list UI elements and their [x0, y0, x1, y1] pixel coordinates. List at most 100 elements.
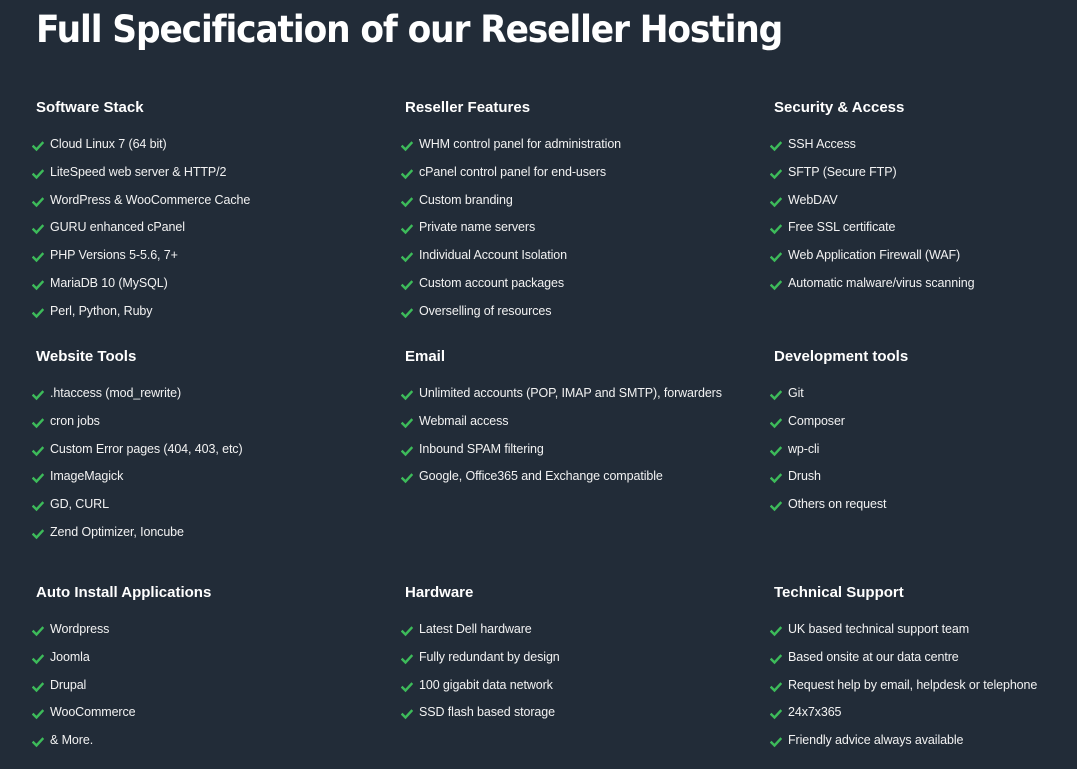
feature-text: Overselling of resources [419, 303, 552, 318]
feature-item: Others on request [770, 496, 1077, 513]
feature-item: Friendly advice always available [770, 732, 1077, 749]
feature-list: WHM control panel for administration cPan… [401, 136, 745, 320]
feature-item: Wordpress [32, 621, 376, 638]
feature-text: cPanel control panel for end-users [419, 164, 606, 179]
feature-item: & More. [32, 732, 376, 749]
check-icon [401, 251, 413, 263]
check-icon [401, 417, 413, 429]
check-icon [770, 472, 782, 484]
feature-list: UK based technical support team Based ons… [770, 621, 1077, 749]
feature-text: .htaccess (mod_rewrite) [50, 386, 182, 400]
feature-list: Cloud Linux 7 (64 bit) LiteSpeed web serv… [32, 136, 376, 320]
feature-item: cPanel control panel for end-users [401, 164, 745, 181]
feature-list: Wordpress Joomla Drupal WooCommerce & More. [32, 621, 376, 749]
feature-text: Custom account packages [419, 275, 565, 290]
feature-text: Custom branding [419, 192, 513, 207]
feature-item: Fully redundant by design [401, 649, 745, 666]
spec-section-development-tools: Development tools Git Composer wp-cli Drush O… [770, 348, 1077, 524]
check-icon [770, 196, 782, 208]
check-icon [32, 307, 44, 319]
feature-text: Free SSL certificate [788, 220, 896, 235]
check-icon [770, 140, 782, 152]
feature-item: Custom branding [401, 192, 745, 209]
feature-text: Drush [788, 469, 821, 484]
feature-item: LiteSpeed web server & HTTP/2 [32, 164, 376, 181]
feature-text: GURU enhanced cPanel [50, 220, 185, 235]
feature-text: Friendly advice always available [788, 733, 964, 748]
spec-section-reseller-features: Reseller Features WHM control panel for a… [401, 99, 745, 331]
feature-item: Cloud Linux 7 (64 bit) [32, 136, 376, 153]
section-title: Software Stack [36, 99, 144, 116]
feature-text: & More. [50, 733, 94, 748]
feature-text: 100 gigabit data network [419, 677, 553, 692]
check-icon [32, 251, 44, 263]
feature-item: cron jobs [32, 413, 376, 430]
check-icon [401, 389, 413, 401]
check-icon [401, 625, 413, 637]
check-icon [401, 279, 413, 291]
check-icon [32, 625, 44, 637]
feature-item: WordPress & WooCommerce Cache [32, 192, 376, 209]
check-icon [401, 681, 413, 693]
check-icon [401, 472, 413, 484]
feature-item: Web Application Firewall (WAF) [770, 247, 1077, 264]
section-title: Technical Support [774, 584, 904, 601]
feature-text: Individual Account Isolation [419, 248, 567, 263]
check-icon [401, 223, 413, 235]
feature-item: .htaccess (mod_rewrite) [32, 385, 376, 402]
check-icon [32, 196, 44, 208]
check-icon [770, 251, 782, 263]
feature-text: WooCommerce [50, 705, 136, 720]
feature-item: WebDAV [770, 192, 1077, 209]
spec-section-security-access: Security & Access SSH Access SFTP (Secure … [770, 99, 1077, 303]
spec-section-technical-support: Technical Support UK based technical supp… [770, 584, 1077, 760]
spec-section-website-tools: Website Tools .htaccess (mod_rewrite)cron… [32, 348, 376, 552]
check-icon [32, 445, 44, 457]
feature-item: Drupal [32, 677, 376, 694]
feature-text: WebDAV [788, 192, 838, 207]
check-icon [770, 389, 782, 401]
feature-item: Git [770, 385, 1077, 402]
feature-text: Custom Error pages (404, 403, etc) [50, 441, 243, 456]
check-icon [32, 279, 44, 291]
feature-item: ImageMagick [32, 468, 376, 485]
check-icon [401, 307, 413, 319]
feature-text: SSH Access [788, 137, 856, 151]
feature-text: Git [788, 386, 804, 400]
feature-text: UK based technical support team [788, 622, 970, 636]
section-title: Website Tools [36, 348, 137, 365]
page-title: Full Specification of our Reseller Hosti… [36, 8, 783, 51]
feature-text: WordPress & WooCommerce Cache [50, 192, 251, 207]
feature-text: Perl, Python, Ruby [50, 303, 153, 318]
feature-text: MariaDB 10 (MySQL) [50, 275, 168, 290]
feature-text: Web Application Firewall (WAF) [788, 248, 961, 263]
feature-item: Webmail access [401, 413, 745, 430]
feature-item: 24x7x365 [770, 704, 1077, 721]
feature-text: Google, Office365 and Exchange compatibl… [419, 469, 663, 484]
feature-item: Latest Dell hardware [401, 621, 745, 638]
feature-item: SSD flash based storage [401, 704, 745, 721]
feature-text: wp-cli [788, 441, 820, 456]
check-icon [32, 500, 44, 512]
feature-list: Latest Dell hardware Fully redundant by d… [401, 621, 745, 721]
spec-section-software-stack: Software Stack Cloud Linux 7 (64 bit) Lite… [32, 99, 376, 331]
feature-list: Unlimited accounts (POP, IMAP and SMTP),… [401, 385, 745, 485]
feature-item: Drush [770, 468, 1077, 485]
feature-item: SSH Access [770, 136, 1077, 153]
feature-list: SSH Access SFTP (Secure FTP) WebDAV Free SS… [770, 136, 1077, 292]
feature-item: Zend Optimizer, Ioncube [32, 524, 376, 541]
check-icon [32, 389, 44, 401]
feature-item: PHP Versions 5-5.6, 7+ [32, 247, 376, 264]
section-title: Auto Install Applications [36, 584, 212, 601]
feature-text: cron jobs [50, 413, 100, 428]
check-icon [32, 681, 44, 693]
check-icon [770, 625, 782, 637]
feature-item: wp-cli [770, 441, 1077, 458]
check-icon [32, 168, 44, 180]
section-title: Development tools [774, 348, 909, 365]
feature-text: Wordpress [50, 622, 110, 636]
check-icon [770, 681, 782, 693]
feature-text: Composer [788, 413, 845, 428]
feature-item: Composer [770, 413, 1077, 430]
spec-section-auto-install-applications: Auto Install Applications Wordpress Joomla… [32, 584, 376, 760]
